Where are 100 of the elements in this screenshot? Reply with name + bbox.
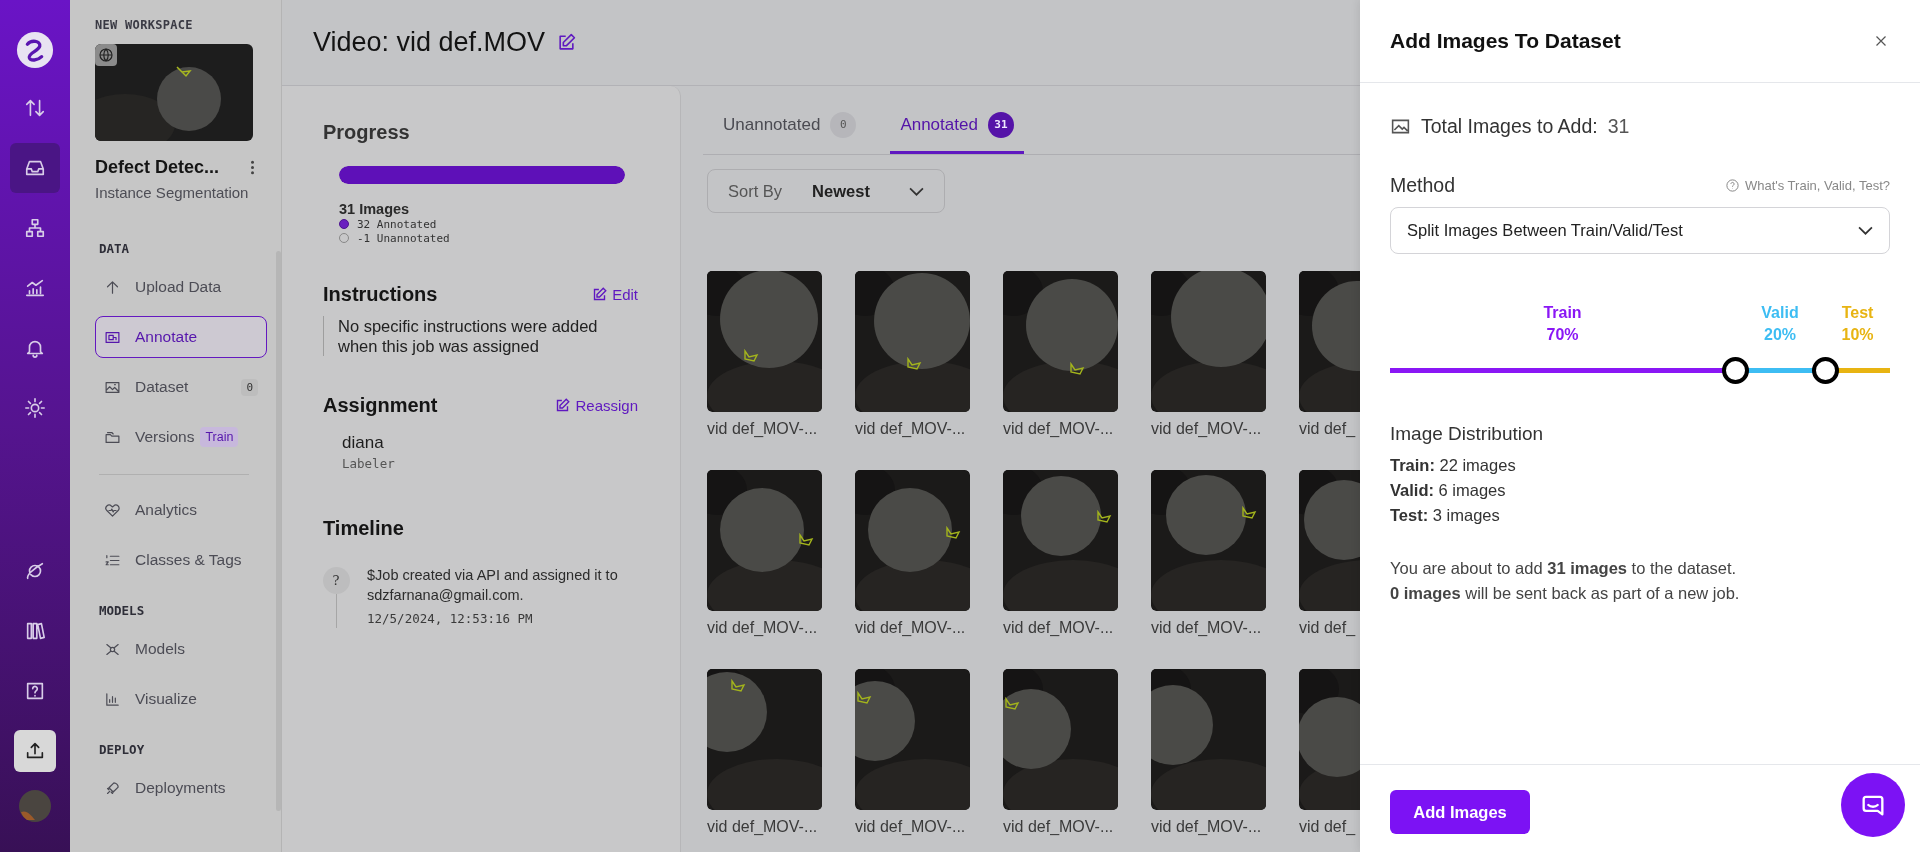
chevron-down-icon <box>1858 226 1873 235</box>
chevron-down-icon <box>909 186 924 196</box>
sidebar-label: Deployments <box>135 779 226 797</box>
section-heading: Image Distribution <box>1390 423 1545 445</box>
split-name: Test <box>1841 304 1874 322</box>
total-value: 31 <box>1607 115 1630 138</box>
sidebar-label: Visualize <box>135 690 197 708</box>
section-heading: Instructions <box>323 283 438 306</box>
sidebar-label: Upload Data <box>135 278 222 296</box>
bar-chart-icon <box>104 690 121 708</box>
globe-icon <box>95 44 117 66</box>
image-name: vid def_ <box>1299 818 1357 836</box>
image-name: vid def_MOV-... <box>1003 619 1115 637</box>
sidebar-item[interactable]: Models <box>95 628 267 670</box>
image-name: vid def_MOV-... <box>855 818 967 836</box>
sidebar-item[interactable]: Versions Train <box>95 416 267 458</box>
image-name: vid def_MOV-... <box>1003 818 1115 836</box>
avatar-icon[interactable] <box>19 790 51 822</box>
sidebar-item[interactable]: Upload Data <box>95 266 267 308</box>
section-heading: DATA <box>98 241 131 256</box>
help-icon <box>1724 178 1740 193</box>
image-name: vid def_MOV-... <box>707 420 819 438</box>
sidebar-item[interactable]: Dataset 0 <box>95 366 267 408</box>
method-select[interactable]: Split Images Between Train/Valid/Test <box>1390 207 1890 254</box>
summary-text: You are about to add 31 images to the dataset. <box>1390 558 1738 579</box>
tag: Train <box>200 427 239 447</box>
project-type: Instance Segmentation <box>95 184 250 201</box>
assignee-role: Labeler <box>342 456 396 471</box>
arrow-up-icon <box>104 278 121 296</box>
section-heading: Progress <box>323 121 411 144</box>
image-name: vid def_MOV-... <box>707 619 819 637</box>
sidebar-item[interactable]: Annotate <box>95 316 267 358</box>
inbox-icon[interactable] <box>10 143 60 193</box>
total-label: Total Images to Add: <box>1421 115 1598 138</box>
sidebar-label: Versions <box>135 428 195 446</box>
count-badge: 0 <box>830 111 857 138</box>
count-badge: 0 <box>241 378 258 396</box>
assignee-name: diana <box>342 433 385 453</box>
upload-icon[interactable] <box>14 730 56 772</box>
summary-text: 0 images will be sent back as part of a new job. <box>1390 583 1741 604</box>
image-name: vid def_MOV-... <box>855 420 967 438</box>
legend-label: -1 Unannotated <box>357 231 450 245</box>
section-heading: Timeline <box>323 517 405 540</box>
logo-icon[interactable] <box>16 31 54 69</box>
help-link[interactable]: What's Train, Valid, Test? <box>1724 178 1890 193</box>
image-count: 31 Images <box>339 201 411 217</box>
count-badge: 31 <box>987 111 1014 138</box>
sidebar-item[interactable]: Visualize <box>95 678 267 720</box>
sort-value: Newest <box>812 181 870 201</box>
add-images-button[interactable]: Add Images <box>1390 790 1530 834</box>
image-name: vid def_MOV-... <box>1151 619 1263 637</box>
image-name: vid def_MOV-... <box>1151 818 1263 836</box>
image-name: vid def_ <box>1299 619 1357 637</box>
section-heading: Assignment <box>323 394 438 417</box>
drawer-title: Add Images To Dataset <box>1390 29 1621 53</box>
image-name: vid def_MOV-... <box>1151 420 1263 438</box>
sidebar-item[interactable]: Classes & Tags <box>95 539 267 581</box>
edit-icon[interactable] <box>557 33 577 52</box>
method-label: Method <box>1390 174 1456 197</box>
workspace-label: NEW WORKSPACE <box>95 18 194 32</box>
sidebar-item[interactable]: Deployments <box>95 767 267 809</box>
section-heading: MODELS <box>98 603 146 618</box>
sidebar-label: Dataset <box>135 378 189 396</box>
tab[interactable]: Annotated 31 <box>890 86 1024 154</box>
split-percent: 70% <box>1546 326 1579 344</box>
event-text: $Job created via API and assigned it to sdzfarnana@gmail.com. <box>367 566 619 605</box>
sort-dropdown[interactable]: Sort By Newest <box>707 169 945 213</box>
sidebar-label: Analytics <box>135 501 198 519</box>
method-value: Split Images Between Train/Valid/Test <box>1407 221 1683 240</box>
instructions-text: No specific instructions were added when this job was assigned <box>338 316 599 356</box>
edit-icon <box>555 398 571 413</box>
event-icon: ? <box>322 567 350 594</box>
slider-thumb[interactable] <box>1812 357 1839 384</box>
project-name: Defect Detec... <box>95 157 220 178</box>
split-percent: 20% <box>1764 326 1796 344</box>
image-name: vid def_MOV-... <box>707 818 819 836</box>
tab[interactable]: Unannotated 0 <box>713 86 867 154</box>
legend-label: 32 Annotated <box>357 217 437 231</box>
image-name: vid def_MOV-... <box>855 619 967 637</box>
slider-thumb[interactable] <box>1722 357 1749 384</box>
sidebar-label: Annotate <box>135 328 198 346</box>
sidebar-label: Models <box>135 640 185 658</box>
edit-link[interactable]: Edit <box>592 286 638 303</box>
distribution-line: Valid: 6 images <box>1390 480 1507 501</box>
page-title: Video: vid def.MOV <box>313 27 546 58</box>
distribution-line: Train: 22 images <box>1390 455 1517 476</box>
reassign-link[interactable]: Reassign <box>555 397 638 414</box>
sidebar-label: Classes & Tags <box>135 551 242 569</box>
sidebar-item[interactable]: Analytics <box>95 489 267 531</box>
image-name: vid def_MOV-... <box>1003 420 1115 438</box>
kebab-menu-icon[interactable] <box>250 160 255 175</box>
section-heading: DEPLOY <box>98 742 146 757</box>
distribution-line: Test: 3 images <box>1390 505 1501 526</box>
heart-icon <box>104 501 121 519</box>
split-percent: 10% <box>1841 326 1874 344</box>
sort-label: Sort By <box>728 181 783 201</box>
split-name: Valid <box>1761 304 1799 322</box>
image-name: vid def_ <box>1299 420 1357 438</box>
split-name: Train <box>1543 304 1582 322</box>
event-time: 12/5/2024, 12:53:16 PM <box>367 611 534 626</box>
